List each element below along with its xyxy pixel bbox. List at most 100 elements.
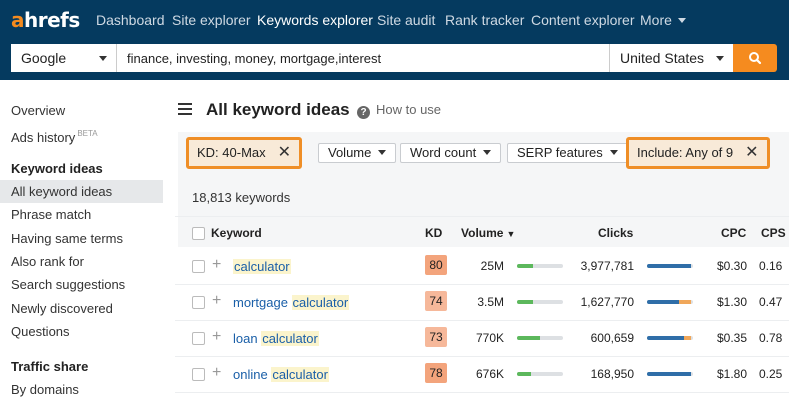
col-clicks[interactable]: Clicks [598, 226, 633, 240]
how-to-use-link[interactable]: ? How to use [357, 102, 441, 119]
table-row: + online calculator 78 676K 168,950 $1.8… [175, 356, 789, 392]
sidebar-item-all-keyword-ideas[interactable]: All keyword ideas [11, 184, 112, 200]
nav-keywords-explorer[interactable]: Keywords explorer [257, 12, 373, 28]
nav-dashboard[interactable]: Dashboard [96, 12, 165, 28]
row-checkbox[interactable] [192, 260, 205, 273]
table-row: + loan calculator 73 770K 600,659 $0.35 … [175, 320, 789, 356]
keyword-link[interactable]: loan calculator [233, 331, 319, 346]
include-filter-chip[interactable]: Include: Any of 9 ✕ [626, 137, 770, 169]
clicks-value: 168,950 [590, 367, 634, 381]
row-checkbox[interactable] [192, 296, 205, 309]
volume-bar [517, 336, 563, 340]
top-nav: ahrefs Dashboard Site explorer Keywords … [0, 0, 789, 40]
plus-icon[interactable]: + [212, 328, 221, 346]
sidebar-item-questions[interactable]: Questions [11, 324, 70, 340]
keywords-input[interactable] [117, 44, 609, 72]
sidebar-item-also-rank-for[interactable]: Also rank for [11, 254, 84, 270]
sort-desc-icon: ▼ [506, 229, 516, 239]
sidebar-item-newly-discovered[interactable]: Newly discovered [11, 301, 113, 317]
sidebar: Overview Ads history BETA Keyword ideas A… [0, 80, 175, 400]
cpc-value: $0.30 [716, 259, 747, 273]
question-icon: ? [357, 106, 370, 119]
sidebar-item-phrase-match[interactable]: Phrase match [11, 207, 91, 223]
col-volume[interactable]: Volume ▼ [461, 226, 515, 240]
chevron-down-icon [677, 18, 686, 23]
clicks-bar [647, 372, 693, 376]
keyword-count: 18,813 keywords [192, 190, 291, 205]
col-keyword[interactable]: Keyword [211, 226, 262, 240]
ahrefs-logo[interactable]: ahrefs [11, 9, 80, 31]
volume-bar [517, 300, 563, 304]
clicks-value: 1,627,770 [580, 295, 634, 309]
keyword-link[interactable]: mortgage calculator [233, 295, 350, 310]
nav-more[interactable]: More [640, 12, 686, 28]
divider [175, 216, 789, 217]
cpc-value: $1.30 [716, 295, 747, 309]
sidebar-item-ads-history[interactable]: Ads history BETA [11, 126, 98, 146]
close-icon[interactable]: ✕ [745, 140, 758, 166]
nav-site-explorer[interactable]: Site explorer [172, 12, 251, 28]
cps-value: 0.16 [759, 259, 783, 273]
cpc-value: $1.80 [716, 367, 747, 381]
kd-badge: 73 [425, 327, 447, 347]
cps-value: 0.47 [759, 295, 783, 309]
keyword-link[interactable]: online calculator [233, 367, 329, 382]
serp-features-filter[interactable]: SERP features [507, 143, 628, 163]
plus-icon[interactable]: + [212, 364, 221, 382]
plus-icon[interactable]: + [212, 256, 221, 274]
table-row: + calculator 80 25M 3,977,781 $0.30 0.16 [175, 248, 789, 284]
volume-filter[interactable]: Volume [318, 143, 397, 163]
chevron-down-icon [716, 56, 724, 61]
clicks-bar [647, 336, 693, 340]
search-bar: Google United States [0, 40, 789, 80]
row-checkbox[interactable] [192, 332, 205, 345]
select-all-checkbox[interactable] [192, 227, 205, 240]
clicks-bar [647, 300, 693, 304]
clicks-bar [647, 264, 693, 268]
row-checkbox[interactable] [192, 368, 205, 381]
table-row: + mortgage calculator 74 3.5M 1,627,770 … [175, 284, 789, 320]
kd-filter-chip[interactable]: KD: 40-Max ✕ [186, 137, 303, 169]
volume-bar [517, 264, 563, 268]
beta-badge: BETA [77, 129, 98, 138]
cps-value: 0.78 [759, 331, 783, 345]
plus-icon[interactable]: + [212, 292, 221, 310]
volume-value: 3.5M [477, 295, 504, 309]
page-title: All keyword ideas [206, 100, 350, 119]
col-cps[interactable]: CPS [761, 226, 786, 240]
col-cpc[interactable]: CPC [721, 226, 746, 240]
chevron-down-icon [99, 56, 107, 61]
chevron-down-icon [378, 150, 387, 155]
sidebar-item-search-suggestions[interactable]: Search suggestions [11, 277, 125, 293]
search-button[interactable] [733, 44, 777, 72]
search-icon [749, 52, 762, 65]
volume-value: 770K [475, 331, 504, 345]
clicks-value: 600,659 [590, 331, 634, 345]
nav-content-explorer[interactable]: Content explorer [531, 12, 635, 28]
hamburger-menu-icon[interactable] [178, 103, 192, 115]
kd-badge: 80 [425, 255, 447, 275]
nav-rank-tracker[interactable]: Rank tracker [445, 12, 524, 28]
table-header: Keyword KD Volume ▼ Clicks CPC CPS [175, 221, 789, 245]
main-content: All keyword ideas ? How to use KD: 40-Max… [175, 80, 789, 400]
sidebar-heading-keyword-ideas: Keyword ideas [11, 161, 103, 176]
sidebar-item-having-same-terms[interactable]: Having same terms [11, 231, 123, 247]
kd-badge: 74 [425, 291, 447, 311]
sidebar-heading-traffic-share: Traffic share [11, 359, 89, 374]
kd-badge: 78 [425, 363, 447, 383]
cpc-value: $0.35 [716, 331, 747, 345]
word-count-filter[interactable]: Word count [400, 143, 502, 163]
volume-value: 25M [480, 259, 504, 273]
close-icon[interactable]: ✕ [278, 140, 291, 166]
country-select[interactable]: United States [609, 44, 733, 72]
chevron-down-icon [483, 150, 492, 155]
search-engine-select[interactable]: Google [11, 44, 117, 72]
sidebar-item-by-domains[interactable]: By domains [11, 382, 79, 398]
divider [175, 392, 789, 393]
cps-value: 0.25 [759, 367, 783, 381]
col-kd[interactable]: KD [425, 226, 442, 240]
keyword-link[interactable]: calculator [233, 259, 291, 274]
chevron-down-icon [609, 150, 618, 155]
nav-site-audit[interactable]: Site audit [377, 12, 435, 28]
sidebar-item-overview[interactable]: Overview [11, 103, 65, 119]
